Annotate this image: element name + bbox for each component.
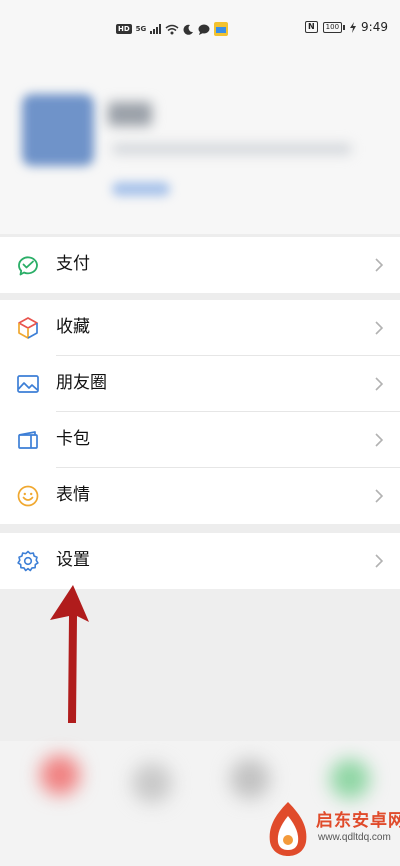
signal-icon bbox=[150, 24, 162, 34]
status-bar: HD 5G N 100 9:49 bbox=[0, 0, 400, 58]
menu-item-stickers[interactable]: 表情 bbox=[0, 468, 400, 524]
watermark-logo-icon bbox=[269, 802, 307, 856]
charging-icon bbox=[350, 21, 357, 33]
menu-item-label: 表情 bbox=[56, 485, 90, 505]
tab-chats-icon[interactable] bbox=[40, 755, 80, 795]
menu-item-card-wallet[interactable]: 卡包 bbox=[0, 412, 400, 468]
chevron-right-icon bbox=[375, 433, 384, 447]
wechat-pay-icon bbox=[18, 256, 38, 276]
battery-icon: 100 bbox=[322, 21, 346, 33]
menu-item-label: 收藏 bbox=[56, 317, 90, 337]
tab-me-icon[interactable] bbox=[330, 759, 370, 799]
tab-contacts-icon[interactable] bbox=[132, 763, 172, 803]
clock: 9:49 bbox=[361, 20, 388, 34]
battery-level: 100 bbox=[322, 21, 343, 33]
menu-item-pay[interactable]: 支付 bbox=[0, 237, 400, 293]
red-annotation-arrow bbox=[50, 585, 89, 723]
moon-icon bbox=[183, 24, 194, 35]
card-wallet-icon bbox=[18, 431, 38, 449]
watermark-title: 启东安卓网 bbox=[316, 811, 400, 831]
main-menu-section: 收藏 朋友圈 卡包 表情 bbox=[0, 300, 400, 524]
profile-header[interactable] bbox=[0, 58, 400, 234]
emoji-smile-icon bbox=[17, 485, 39, 507]
watermark-url: www.qdltdq.com bbox=[318, 832, 391, 843]
chevron-right-icon bbox=[375, 377, 384, 391]
app-notification-icon bbox=[214, 22, 229, 36]
chat-bubble-icon bbox=[198, 24, 210, 35]
status-icons-right: N 100 9:49 bbox=[304, 20, 388, 34]
blurred-status-button[interactable] bbox=[112, 182, 170, 196]
chevron-right-icon bbox=[375, 554, 384, 568]
menu-item-label: 支付 bbox=[56, 254, 90, 274]
settings-gear-icon bbox=[17, 550, 39, 572]
hd-badge: HD bbox=[116, 24, 132, 34]
favorites-cube-icon bbox=[18, 317, 38, 339]
blurred-wechat-id bbox=[112, 144, 352, 154]
chevron-right-icon bbox=[375, 489, 384, 503]
wifi-icon bbox=[165, 24, 179, 34]
menu-item-label: 卡包 bbox=[56, 429, 90, 449]
menu-item-favorites[interactable]: 收藏 bbox=[0, 300, 400, 356]
nfc-icon: N bbox=[304, 21, 318, 33]
menu-item-moments[interactable]: 朋友圈 bbox=[0, 356, 400, 412]
status-icons-left: HD 5G bbox=[116, 22, 229, 36]
chevron-right-icon bbox=[375, 321, 384, 335]
network-type: 5G bbox=[135, 25, 147, 33]
moments-image-icon bbox=[17, 375, 39, 393]
avatar[interactable] bbox=[22, 94, 94, 166]
chevron-right-icon bbox=[375, 258, 384, 272]
watermark: 启东安卓网 www.qdltdq.com bbox=[262, 798, 400, 866]
tab-discover-icon[interactable] bbox=[230, 759, 270, 799]
blurred-nickname bbox=[108, 102, 152, 126]
menu-item-label: 朋友圈 bbox=[56, 373, 107, 393]
menu-item-label: 设置 bbox=[56, 550, 90, 570]
pay-section: 支付 bbox=[0, 237, 400, 293]
